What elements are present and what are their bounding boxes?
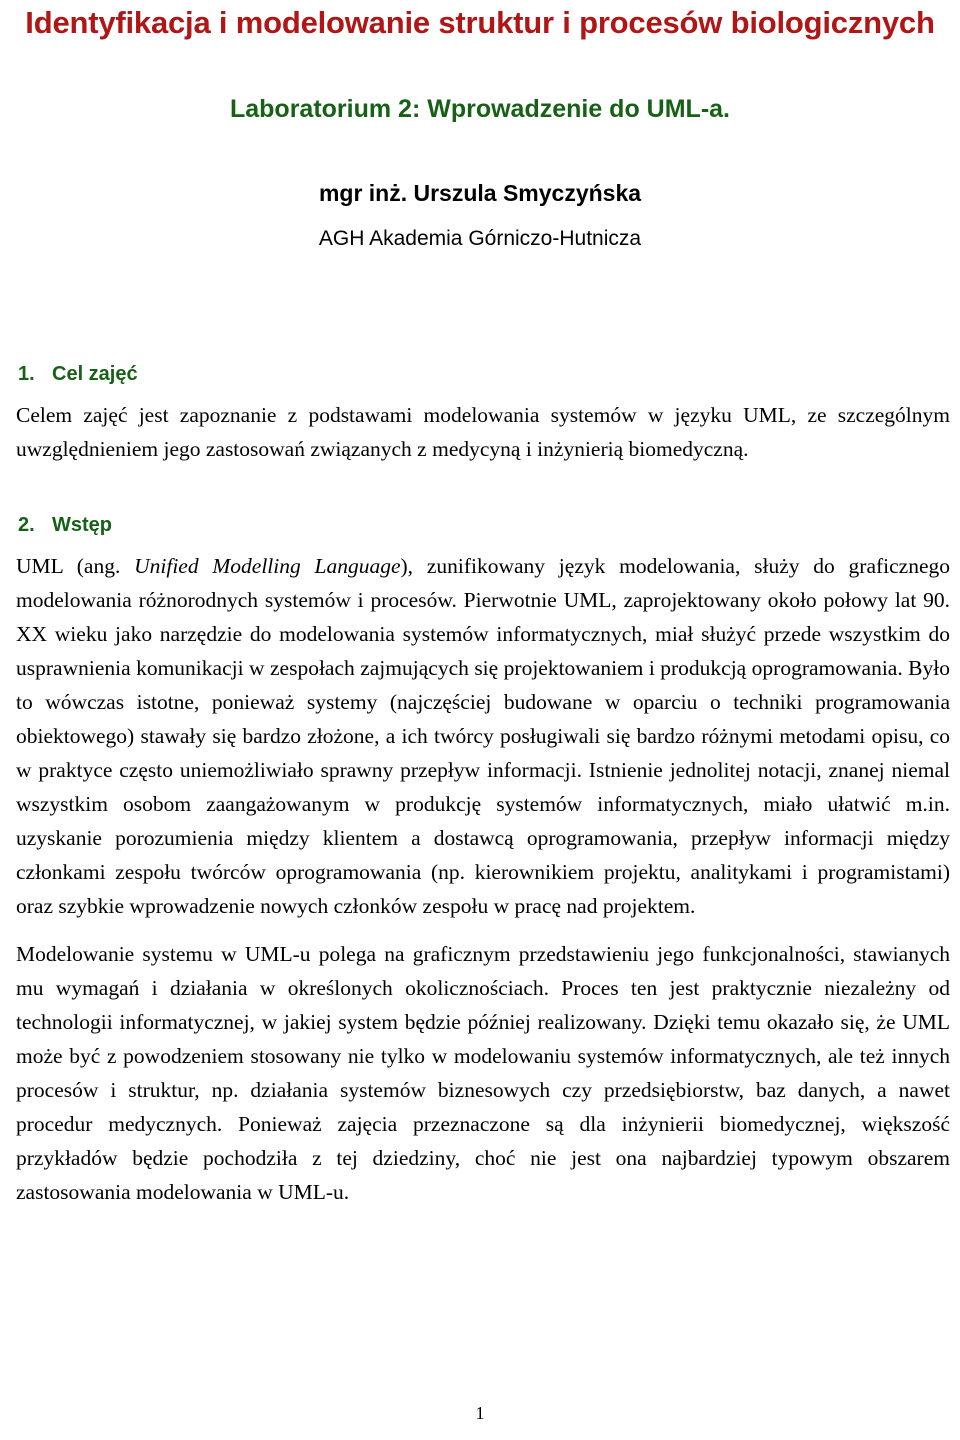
section-heading-2: 2. Wstęp	[8, 514, 952, 537]
paragraph: UML (ang. Unified Modelling Language), z…	[8, 549, 952, 923]
page-number: 1	[475, 1403, 485, 1423]
section-number-1: 1.	[18, 362, 35, 385]
section-number-2: 2.	[18, 513, 35, 536]
document-page: Identyfikacja i modelowanie struktur i p…	[0, 0, 960, 1440]
author-affiliation: AGH Akademia Górniczo-Hutnicza	[318, 226, 642, 250]
document-title: Identyfikacja i modelowanie struktur i p…	[25, 5, 935, 40]
author-name: mgr inż. Urszula Smyczyńska	[318, 179, 642, 206]
document-subtitle: Laboratorium 2: Wprowadzenie do UML-a.	[229, 94, 730, 123]
paragraph-text-after-term: ), zunifikowany język modelowania, służy…	[16, 553, 950, 918]
section-heading-1: 1. Cel zajęć	[8, 363, 952, 386]
term-unified-modelling-language: Unified Modelling Language	[134, 553, 401, 578]
paragraph-text-before-term: UML (ang.	[16, 553, 135, 578]
section-title-2: Wstęp	[52, 513, 112, 536]
section-title-1: Cel zajęć	[52, 362, 138, 385]
section-wstep: 2. Wstęp UML (ang. Unified Modelling Lan…	[8, 466, 952, 1209]
section-cel-zajec: 1. Cel zajęć Celem zajęć jest zapoznanie…	[8, 251, 952, 466]
paragraph: Modelowanie systemu w UML-u polega na gr…	[16, 941, 950, 1204]
paragraph: Celem zajęć jest zapoznanie z podstawami…	[16, 402, 950, 461]
